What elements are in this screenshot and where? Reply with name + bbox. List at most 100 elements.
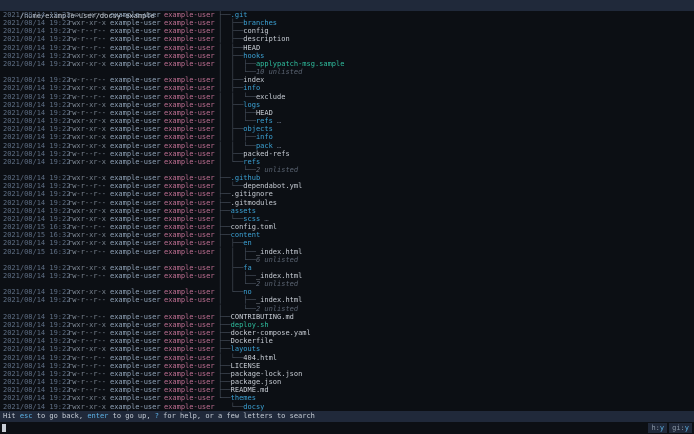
- col-modified-date: 2021/08/14 19:22: [3, 108, 71, 117]
- entry-name: layouts: [230, 345, 261, 354]
- tree-branch: ├──: [218, 361, 231, 370]
- col-permissions: rwxr-xr-x: [68, 133, 106, 142]
- col-permissions: rwxr-xr-x: [68, 239, 106, 248]
- col-owner: [110, 256, 164, 264]
- col-modified-date: 2021/08/14 19:22: [3, 59, 71, 68]
- tree-row[interactable]: 2021/08/14 19:22 rw-r--r-- example-user exa…: [0, 272, 694, 280]
- col-modified-date: 2021/08/14 19:22: [3, 239, 71, 248]
- tree-row[interactable]: 2021/08/14 19:22 rw-r--r-- example-user exa…: [0, 199, 694, 207]
- col-permissions: [68, 305, 110, 313]
- tree-row[interactable]: 2021/08/14 19:22 rw-r--r-- example-user exa…: [0, 76, 694, 84]
- collapsed-indicator: …: [260, 214, 269, 223]
- entry-name: packed-refs: [243, 149, 290, 158]
- tree-row[interactable]: 2021/08/14 19:22 rw-r--r-- example-user exa…: [0, 337, 694, 345]
- tree-row[interactable]: 2021/08/14 19:22 rwxr-xr-x example-user exa…: [0, 174, 694, 182]
- col-modified-date: 2021/08/14 19:22: [3, 182, 71, 191]
- tree-row[interactable]: 2021/08/14 19:22 rw-r--r-- example-user exa…: [0, 150, 694, 158]
- col-owner: example-user: [110, 182, 161, 191]
- tree-row[interactable]: 2021/08/14 19:22 rwxr-xr-x example-user exa…: [0, 52, 694, 60]
- entry-name: _index.html: [255, 247, 303, 256]
- tree-row[interactable]: 2021/08/14 19:22 rw-r--r-- example-user exa…: [0, 370, 694, 378]
- tree-row[interactable]: 2021/08/14 19:22 rw-r--r-- example-user exa…: [0, 44, 694, 52]
- status-hint: Hit esc to go back, enter to go up, ? fo…: [0, 411, 694, 422]
- tree-row[interactable]: 2021/08/14 19:22 rwxr-xr-x example-user exa…: [0, 158, 694, 166]
- file-tree[interactable]: 2021/08/14 19:22 rwxr-xr-x example-user exa…: [0, 11, 694, 411]
- col-modified-date: 2021/08/14 19:22: [3, 19, 71, 28]
- tree-row[interactable]: 2021/08/14 19:22 rw-r--r-- example-user exa…: [0, 109, 694, 117]
- col-owner: example-user: [110, 320, 161, 329]
- tree-row[interactable]: 2021/08/14 19:22 rwxr-xr-x example-user exa…: [0, 403, 694, 411]
- tree-row[interactable]: 2021/08/14 19:22 rwxr-xr-x example-user exa…: [0, 215, 694, 223]
- col-permissions: rwxr-xr-x: [68, 320, 106, 329]
- col-permissions: rwxr-xr-x: [68, 345, 106, 354]
- collapsed-indicator: …: [272, 117, 282, 126]
- tree-row[interactable]: 2021/08/14 19:22 rw-r--r-- example-user exa…: [0, 182, 694, 190]
- tree-row[interactable]: 2021/08/14 19:22 rw-r--r-- example-user exa…: [0, 93, 694, 101]
- tree-row[interactable]: 2021/08/14 19:22 rwxr-xr-x example-user exa…: [0, 239, 694, 247]
- tree-row[interactable]: 2021/08/14 19:22 rw-r--r-- example-user exa…: [0, 354, 694, 362]
- col-group: example-user: [164, 174, 215, 183]
- tree-row[interactable]: 2021/08/14 19:22 rwxr-xr-x example-user exa…: [0, 19, 694, 27]
- unlisted-count: 2 unlisted: [255, 280, 299, 289]
- tree-row[interactable]: 2021/08/14 19:22 rw-r--r-- example-user exa…: [0, 362, 694, 370]
- tree-row[interactable]: 2021/08/15 16:32 rwxr-xr-x example-user exa…: [0, 231, 694, 239]
- tree-row[interactable]: 2021/08/14 19:22 rw-r--r-- example-user exa…: [0, 329, 694, 337]
- col-permissions: rwxr-xr-x: [68, 141, 106, 150]
- col-permissions: rwxr-xr-x: [68, 263, 106, 272]
- col-permissions: rw-r--r--: [68, 296, 106, 305]
- tree-row[interactable]: 2021/08/14 19:22 rwxr-xr-x example-user exa…: [0, 84, 694, 92]
- col-owner: example-user: [110, 59, 161, 68]
- tree-row[interactable]: 2021/08/14 19:22 rw-r--r-- example-user exa…: [0, 35, 694, 43]
- tree-row[interactable]: 2021/08/15 16:32 rw-r--r-- example-user exa…: [0, 223, 694, 231]
- tree-branch: │ ├──: [218, 149, 244, 158]
- tree-row[interactable]: 2021/08/15 16:32 rw-r--r-- example-user exa…: [0, 248, 694, 256]
- entry-name: info: [255, 133, 273, 142]
- col-owner: example-user: [110, 84, 161, 93]
- col-group: example-user: [164, 263, 215, 272]
- tree-branch: │ │ ├──: [218, 247, 256, 256]
- col-group: example-user: [164, 214, 215, 223]
- tree-row[interactable]: 2021/08/14 19:22 rwxr-xr-x example-user exa…: [0, 142, 694, 150]
- search-input[interactable]: h: y gi: y: [0, 422, 694, 434]
- entry-name: info: [243, 84, 261, 93]
- entry-name: config: [243, 27, 269, 36]
- entry-name: 404.html: [243, 353, 278, 362]
- tree-row[interactable]: 2021/08/14 19:22 rwxr-xr-x example-user exa…: [0, 11, 694, 19]
- col-group: example-user: [164, 247, 215, 256]
- entry-name: themes: [230, 394, 256, 403]
- tree-row[interactable]: 2021/08/14 19:22 rw-r--r-- example-user exa…: [0, 296, 694, 304]
- tree-row[interactable]: 2021/08/14 19:22 rw-r--r-- example-user exa…: [0, 27, 694, 35]
- col-owner: [110, 280, 164, 288]
- col-permissions: rwxr-xr-x: [68, 11, 106, 19]
- tree-branch: │ │ ├──: [218, 59, 256, 68]
- tree-row[interactable]: 2021/08/14 19:22 rwxr-xr-x example-user exa…: [0, 264, 694, 272]
- input-cursor[interactable]: [2, 424, 6, 432]
- tree-row[interactable]: 2021/08/14 19:22 rwxr-xr-x example-user exa…: [0, 345, 694, 353]
- tree-row[interactable]: 2021/08/14 19:22 rw-r--r-- example-user exa…: [0, 313, 694, 321]
- tree-row[interactable]: 2021/08/14 19:22 rwxr-xr-x example-user exa…: [0, 117, 694, 125]
- col-owner: example-user: [110, 149, 161, 158]
- entry-name: deploy.sh: [230, 320, 269, 329]
- tree-row[interactable]: 2021/08/14 19:22 rwxr-xr-x example-user exa…: [0, 133, 694, 141]
- tree-branch: │ │ └──: [218, 117, 256, 126]
- tree-row[interactable]: 2021/08/14 19:22 rw-r--r-- example-user exa…: [0, 378, 694, 386]
- tree-row[interactable]: 2021/08/14 19:22 rwxr-xr-x example-user exa…: [0, 101, 694, 109]
- tree-row[interactable]: 2021/08/14 19:22 rw-r--r-- example-user exa…: [0, 386, 694, 394]
- entry-name: HEAD: [243, 43, 261, 52]
- col-modified-date: 2021/08/14 19:22: [3, 141, 71, 150]
- tree-row[interactable]: 2021/08/14 19:22 rwxr-xr-x example-user exa…: [0, 394, 694, 402]
- tree-row[interactable]: 2021/08/14 19:22 rwxr-xr-x example-user exa…: [0, 60, 694, 68]
- col-owner: example-user: [110, 296, 161, 305]
- col-group: example-user: [164, 402, 215, 411]
- tree-row[interactable]: 2021/08/14 19:22 rwxr-xr-x example-user exa…: [0, 125, 694, 133]
- tree-branch: ├──: [218, 312, 231, 321]
- col-group: example-user: [164, 378, 215, 387]
- col-group: example-user: [164, 100, 215, 109]
- tree-row[interactable]: 2021/08/14 19:22 rw-r--r-- example-user exa…: [0, 190, 694, 198]
- tree-row[interactable]: 2021/08/14 19:22 rwxr-xr-x example-user exa…: [0, 207, 694, 215]
- entry-name: .gitmodules: [230, 198, 278, 207]
- col-modified-date: 2021/08/14 19:22: [3, 353, 71, 362]
- tree-row[interactable]: 2021/08/14 19:22 rwxr-xr-x example-user exa…: [0, 288, 694, 296]
- col-group: example-user: [164, 394, 215, 403]
- tree-row[interactable]: 2021/08/14 19:22 rwxr-xr-x example-user exa…: [0, 321, 694, 329]
